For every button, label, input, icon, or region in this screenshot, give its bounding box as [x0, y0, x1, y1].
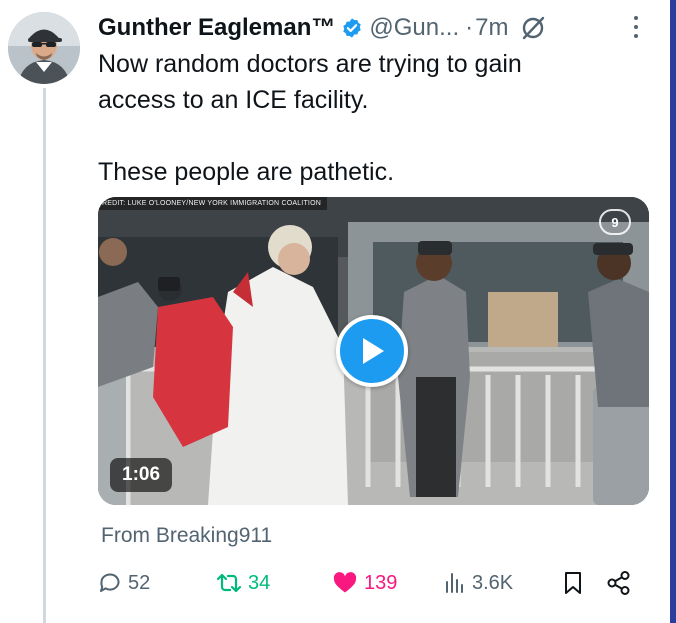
- views-button[interactable]: 3.6K: [444, 568, 513, 598]
- play-icon: [363, 338, 384, 364]
- tweet-text-line: These people are pathetic.: [98, 158, 395, 186]
- station-logo: 9: [599, 209, 631, 235]
- bookmark-icon: [565, 572, 581, 594]
- tweet-text: Now random doctors are trying to gain ac…: [98, 46, 618, 190]
- tweet-text-line: access to an ICE facility.: [98, 86, 369, 114]
- reply-button[interactable]: 52: [98, 568, 150, 598]
- avatar[interactable]: [8, 12, 80, 84]
- author-name[interactable]: Gunther Eagleman™: [98, 14, 335, 42]
- video-duration: 1:06: [110, 458, 173, 492]
- video-player[interactable]: REDIT: LUKE O'LOONEY/NEW YORK IMMIGRATIO…: [98, 197, 649, 505]
- share-icon: [607, 571, 630, 595]
- views-count: 3.6K: [472, 571, 514, 594]
- grok-icon[interactable]: [520, 15, 546, 41]
- share-button[interactable]: [606, 568, 632, 598]
- repost-button[interactable]: 34: [216, 568, 270, 598]
- play-button[interactable]: [336, 315, 408, 387]
- repost-icon: [216, 573, 242, 593]
- media-source[interactable]: From Breaking911: [101, 524, 272, 548]
- reply-count: 52: [128, 571, 151, 594]
- right-edge-bar: [670, 0, 676, 623]
- video-credit: REDIT: LUKE O'LOONEY/NEW YORK IMMIGRATIO…: [98, 197, 327, 210]
- more-icon[interactable]: [634, 16, 638, 38]
- separator-dot: ·: [465, 14, 474, 41]
- tweet-header: Gunther Eagleman™ @Gun... · 7m: [98, 12, 546, 44]
- tweet-actions: 52 34 139 3.6K: [98, 568, 638, 598]
- bookmark-button[interactable]: [562, 568, 584, 598]
- tweet-text-line: Now random doctors are trying to gain: [98, 50, 522, 78]
- like-count: 139: [364, 571, 398, 594]
- author-handle[interactable]: @Gun...: [369, 14, 459, 42]
- views-icon: [446, 573, 463, 593]
- timestamp[interactable]: 7m: [475, 14, 508, 42]
- like-icon: [333, 572, 357, 593]
- thread-line: [43, 88, 46, 623]
- reply-icon: [100, 573, 120, 592]
- verified-badge-icon: [341, 17, 363, 39]
- repost-count: 34: [248, 571, 271, 594]
- like-button[interactable]: 139: [332, 568, 397, 598]
